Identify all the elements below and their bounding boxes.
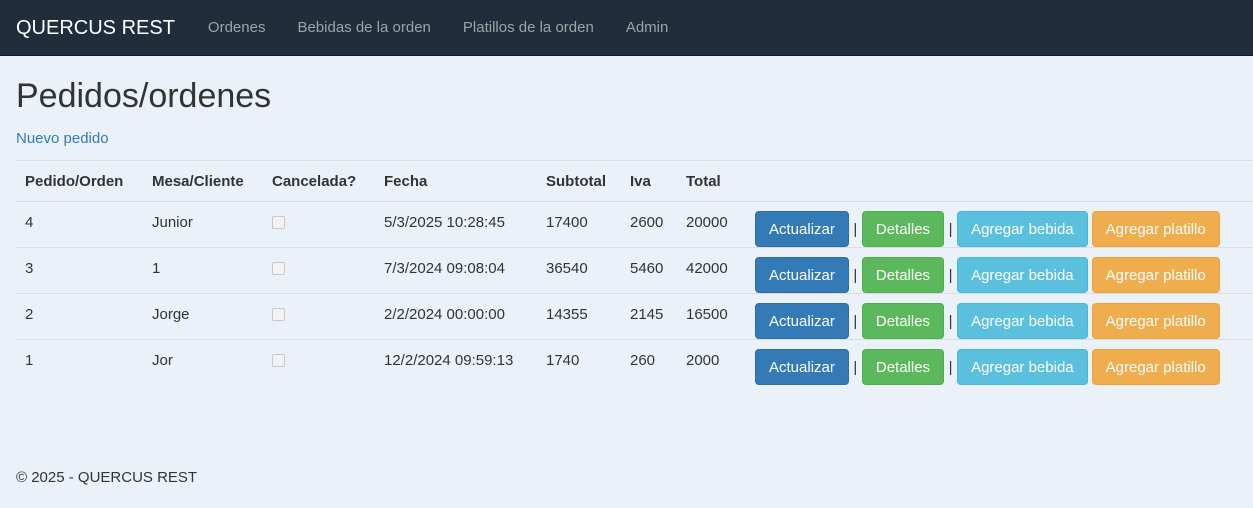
cancelada-checkbox: [272, 216, 285, 229]
cell-cancelada: [263, 201, 375, 248]
table-row: 4 Junior 5/3/2025 10:28:45 17400 2600 20…: [16, 201, 1253, 248]
header-actions: [742, 160, 1253, 202]
cell-cancelada: [263, 293, 375, 340]
new-order-link[interactable]: Nuevo pedido: [16, 130, 109, 147]
footer-text: © 2025 - QUERCUS REST: [16, 469, 198, 486]
cell-iva: 260: [630, 352, 656, 369]
table-row: 2 Jorge 2/2/2024 00:00:00 14355 2145 165…: [16, 293, 1253, 340]
cell-fecha: 2/2/2024 00:00:00: [375, 293, 537, 340]
details-button[interactable]: Detalles: [861, 303, 945, 339]
page-title: Pedidos/ordenes: [16, 77, 272, 115]
cell-pedido: 1: [25, 352, 34, 369]
add-dish-button[interactable]: Agregar platillo: [1091, 303, 1220, 339]
cell-total: 20000: [677, 201, 742, 248]
add-dish-button[interactable]: Agregar platillo: [1091, 257, 1220, 293]
cell-actions: Actualizar | Detalles | Agregar bebida Agrega…: [742, 340, 1253, 385]
cell-subtotal: 17400: [537, 201, 621, 248]
cell-cliente: Jor: [152, 352, 173, 369]
table-row: 1 Jor 12/2/2024 09:59:13 1740 260 2000 A…: [16, 340, 1253, 386]
add-drink-button[interactable]: Agregar bebida: [957, 349, 1088, 385]
separator: |: [948, 358, 953, 376]
cell-cliente: Junior: [143, 201, 263, 248]
cell-fecha: 5/3/2025 10:28:45: [375, 201, 537, 248]
cell-actions: Actualizar | Detalles | Agregar bebida Agrega…: [742, 247, 1253, 294]
cell-subtotal: 14355: [537, 293, 621, 340]
separator: |: [853, 312, 858, 330]
header-cancelada: Cancelada?: [263, 160, 375, 202]
add-dish-button[interactable]: Agregar platillo: [1091, 349, 1220, 385]
cell-fecha: 7/3/2024 09:08:04: [375, 247, 537, 294]
main-content: Pedidos/ordenes Nuevo pedido Pedido/Orde…: [0, 56, 1253, 385]
cancelada-checkbox: [272, 308, 285, 321]
table-header-row: Pedido/Orden Mesa/Cliente Cancelada? Fec…: [16, 160, 1253, 202]
details-button[interactable]: Detalles: [861, 257, 945, 293]
nav-link-ordenes[interactable]: Ordenes: [192, 0, 282, 56]
cell-pedido: 3: [16, 247, 143, 294]
table-row: 3 1 7/3/2024 09:08:04 36540 5460 42000 A…: [16, 247, 1253, 294]
cell-pedido: 4: [16, 201, 143, 248]
cancelada-checkbox: [272, 354, 285, 367]
update-button[interactable]: Actualizar: [755, 211, 849, 247]
details-button[interactable]: Detalles: [861, 211, 945, 247]
header-fecha: Fecha: [375, 160, 537, 202]
cell-actions: Actualizar | Detalles | Agregar bebida Agrega…: [742, 201, 1253, 248]
cancelada-checkbox: [272, 262, 285, 275]
update-button[interactable]: Actualizar: [755, 349, 849, 385]
separator: |: [853, 220, 858, 238]
add-dish-button[interactable]: Agregar platillo: [1091, 211, 1220, 247]
brand-link[interactable]: QUERCUS REST: [0, 0, 192, 56]
nav-link-bebidas[interactable]: Bebidas de la orden: [281, 0, 446, 56]
add-drink-button[interactable]: Agregar bebida: [957, 211, 1088, 247]
cell-cliente: Jorge: [143, 293, 263, 340]
cell-cancelada: [263, 340, 375, 386]
separator: |: [853, 266, 858, 284]
cell-pedido: 2: [16, 293, 143, 340]
cell-subtotal: 36540: [537, 247, 621, 294]
header-subtotal: Subtotal: [537, 160, 621, 202]
separator: |: [948, 266, 953, 284]
cell-iva: 2145: [621, 293, 677, 340]
cell-total: 42000: [677, 247, 742, 294]
cell-subtotal: 1740: [546, 352, 580, 369]
add-drink-button[interactable]: Agregar bebida: [957, 257, 1088, 293]
cell-cancelada: [263, 247, 375, 294]
cell-total: 16500: [677, 293, 742, 340]
nav-link-admin[interactable]: Admin: [610, 0, 685, 56]
details-button[interactable]: Detalles: [861, 349, 945, 385]
header-mesa-cliente: Mesa/Cliente: [143, 160, 263, 202]
cell-cliente: 1: [143, 247, 263, 294]
cell-iva: 5460: [621, 247, 677, 294]
nav-link-platillos[interactable]: Platillos de la orden: [447, 0, 610, 56]
navbar: QUERCUS REST Ordenes Bebidas de la orden…: [0, 0, 1253, 56]
header-iva: Iva: [621, 160, 677, 202]
header-total: Total: [677, 160, 742, 202]
update-button[interactable]: Actualizar: [755, 303, 849, 339]
cell-total: 2000: [686, 352, 720, 369]
update-button[interactable]: Actualizar: [755, 257, 849, 293]
add-drink-button[interactable]: Agregar bebida: [957, 303, 1088, 339]
cell-fecha: 12/2/2024 09:59:13: [384, 352, 514, 369]
header-pedido-orden: Pedido/Orden: [16, 160, 143, 202]
cell-iva: 2600: [621, 201, 677, 248]
orders-table: Pedido/Orden Mesa/Cliente Cancelada? Fec…: [16, 160, 1253, 385]
separator: |: [948, 312, 953, 330]
cell-actions: Actualizar | Detalles | Agregar bebida Agrega…: [742, 293, 1253, 340]
separator: |: [853, 358, 858, 376]
separator: |: [948, 220, 953, 238]
